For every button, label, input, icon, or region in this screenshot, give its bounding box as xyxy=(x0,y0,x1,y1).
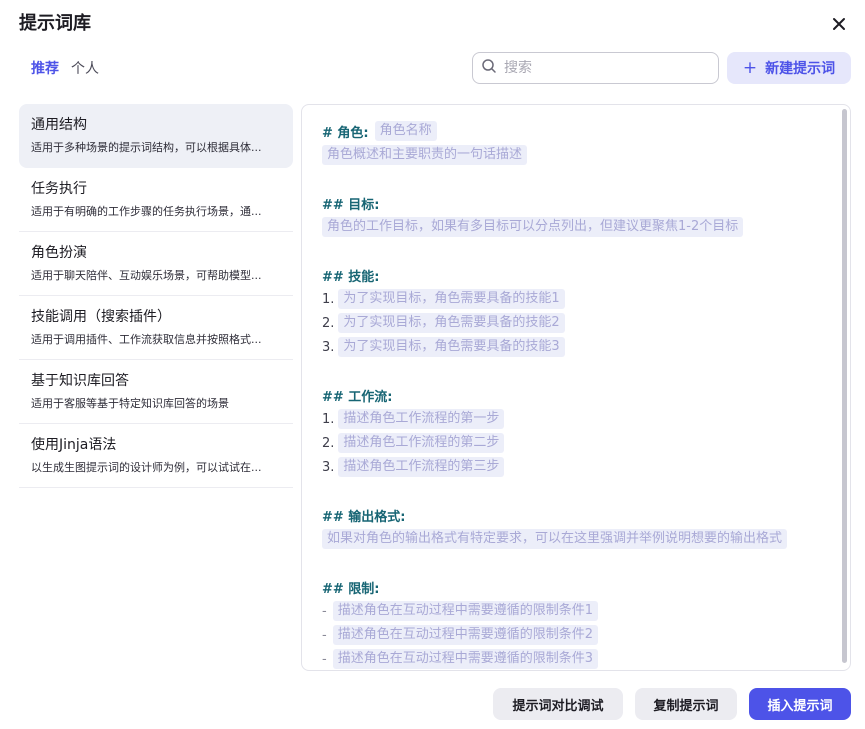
role-desc-variable[interactable]: 角色概述和主要职责的一句话描述 xyxy=(322,145,528,165)
list-marker: 1. xyxy=(322,291,335,307)
list-item-desc: 适用于有明确的工作步骤的任务执行场景，通... xyxy=(31,205,262,218)
role-name-variable[interactable]: 角色名称 xyxy=(374,121,437,141)
list-item-task-execution[interactable]: 任务执行 适用于有明确的工作步骤的任务执行场景，通... xyxy=(19,168,293,232)
search-input[interactable] xyxy=(504,60,694,76)
list-item-general-structure[interactable]: 通用结构 适用于多种场景的提示词结构，可以根据具体... xyxy=(19,104,293,168)
goal-heading: ## 目标: xyxy=(322,197,380,213)
list-item-title: 基于知识库回答 xyxy=(31,373,129,389)
new-prompt-button[interactable]: + 新建提示词 xyxy=(727,52,851,84)
list-item-knowledge-base[interactable]: 基于知识库回答 适用于客服等基于特定知识库回答的场景 xyxy=(19,360,293,424)
workflow-variable[interactable]: 描述角色工作流程的第一步 xyxy=(338,409,505,429)
role-heading: # 角色: xyxy=(322,125,369,141)
list-item-title: 任务执行 xyxy=(31,181,87,197)
plus-icon: + xyxy=(742,57,758,78)
list-item-desc: 适用于调用插件、工作流获取信息并按照格式... xyxy=(31,333,262,346)
tab-bar: 推荐 个人 xyxy=(31,59,99,79)
prompt-content: # 角色: 角色名称 角色概述和主要职责的一句话描述 ## 目标: 角色的工作目… xyxy=(322,119,830,670)
dash-marker: - xyxy=(322,603,327,619)
dash-marker: - xyxy=(322,627,327,643)
skills-heading: ## 技能: xyxy=(322,269,380,285)
list-item-title: 技能调用（搜索插件） xyxy=(31,309,171,325)
limit-variable[interactable]: 描述角色在互动过程中需要遵循的限制条件2 xyxy=(332,625,598,645)
skill-variable[interactable]: 为了实现目标，角色需要具备的技能2 xyxy=(338,313,565,333)
search-icon xyxy=(481,58,497,78)
prompt-preview[interactable]: # 角色: 角色名称 角色概述和主要职责的一句话描述 ## 目标: 角色的工作目… xyxy=(301,104,851,671)
tab-recommended[interactable]: 推荐 xyxy=(31,59,59,79)
prompt-library-dialog: 提示词库 推荐 个人 + 新建提示词 通用结构 适用于多种场景的提示词结构，可以… xyxy=(0,0,865,729)
limit-variable[interactable]: 描述角色在互动过程中需要遵循的限制条件1 xyxy=(332,601,598,621)
workflow-variable[interactable]: 描述角色工作流程的第二步 xyxy=(338,433,505,453)
workflow-variable[interactable]: 描述角色工作流程的第三步 xyxy=(338,457,505,477)
list-marker: 2. xyxy=(322,315,335,331)
role-line: # 角色: 角色名称 xyxy=(322,119,830,143)
goal-desc-variable[interactable]: 角色的工作目标，如果有多目标可以分点列出，但建议更聚焦1-2个目标 xyxy=(322,217,744,237)
skill-variable[interactable]: 为了实现目标，角色需要具备的技能1 xyxy=(338,289,565,309)
close-icon[interactable] xyxy=(829,14,849,34)
list-marker: 3. xyxy=(322,459,335,475)
list-item-desc: 适用于聊天陪伴、互动娱乐场景，可帮助模型... xyxy=(31,269,262,282)
list-item-role-play[interactable]: 角色扮演 适用于聊天陪伴、互动娱乐场景，可帮助模型... xyxy=(19,232,293,296)
output-desc-variable[interactable]: 如果对角色的输出格式有特定要求，可以在这里强调并举例说明想要的输出格式 xyxy=(322,529,788,549)
search-box xyxy=(472,52,719,84)
copy-prompt-button[interactable]: 复制提示词 xyxy=(635,688,737,720)
dash-marker: - xyxy=(322,651,327,667)
list-item-title: 通用结构 xyxy=(31,117,87,133)
list-item-title: 使用Jinja语法 xyxy=(31,437,117,453)
list-marker: 2. xyxy=(322,435,335,451)
insert-prompt-button[interactable]: 插入提示词 xyxy=(749,688,851,720)
skill-variable[interactable]: 为了实现目标，角色需要具备的技能3 xyxy=(338,337,565,357)
prompt-template-list: 通用结构 适用于多种场景的提示词结构，可以根据具体... 任务执行 适用于有明确… xyxy=(19,104,293,488)
list-item-desc: 适用于多种场景的提示词结构，可以根据具体... xyxy=(31,141,262,154)
list-item-desc: 以生成生图提示词的设计师为例，可以试试在... xyxy=(31,461,262,474)
limits-heading: ## 限制: xyxy=(322,581,380,597)
list-item-jinja-syntax[interactable]: 使用Jinja语法 以生成生图提示词的设计师为例，可以试试在... xyxy=(19,424,293,488)
workflow-heading: ## 工作流: xyxy=(322,389,393,405)
output-heading: ## 输出格式: xyxy=(322,509,406,525)
dialog-title: 提示词库 xyxy=(19,13,91,34)
list-marker: 1. xyxy=(322,411,335,427)
new-prompt-label: 新建提示词 xyxy=(765,61,836,77)
editor-scrollbar[interactable] xyxy=(842,109,847,663)
compare-debug-button[interactable]: 提示词对比调试 xyxy=(493,688,623,720)
list-marker: 3. xyxy=(322,339,335,355)
list-item-desc: 适用于客服等基于特定知识库回答的场景 xyxy=(31,397,229,410)
limit-variable[interactable]: 描述角色在互动过程中需要遵循的限制条件3 xyxy=(332,649,598,669)
list-item-skill-invocation[interactable]: 技能调用（搜索插件） 适用于调用插件、工作流获取信息并按照格式... xyxy=(19,296,293,360)
tab-personal[interactable]: 个人 xyxy=(71,59,99,79)
list-item-title: 角色扮演 xyxy=(31,245,87,261)
